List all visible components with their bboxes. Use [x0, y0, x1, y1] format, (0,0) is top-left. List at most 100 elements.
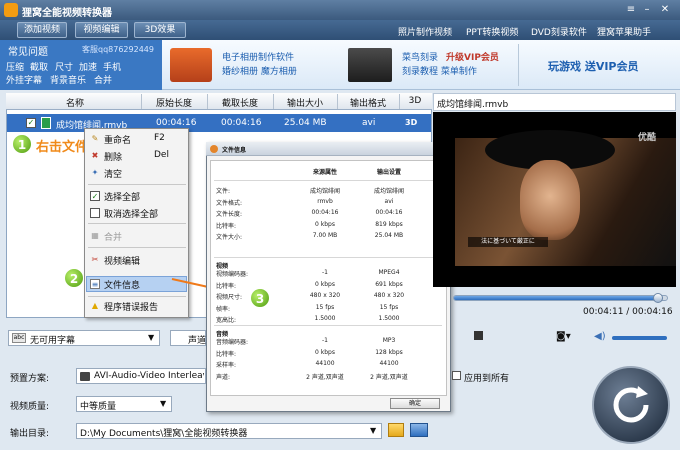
burn-ad-icon	[348, 48, 392, 82]
minimize-icon[interactable]: –	[640, 3, 654, 16]
col-output-size[interactable]: 输出大小	[274, 96, 336, 109]
checkbox-icon: ✓	[90, 191, 100, 201]
game-vip-link[interactable]: 玩游戏 送VIP会员	[548, 58, 639, 74]
album-ad-icon	[170, 48, 212, 82]
open-folder-icon[interactable]	[410, 423, 428, 437]
chevron-down-icon[interactable]: ▼	[148, 333, 154, 342]
menu-error-report[interactable]: 程序错误报告	[104, 300, 158, 313]
dialog-general-source-value: 成均馆绯闻	[309, 188, 340, 195]
menu-video-edit[interactable]: 视频编辑	[104, 254, 140, 267]
ppt-video-link[interactable]: PPT转换视频	[466, 25, 518, 38]
film-icon	[80, 372, 90, 381]
preview-filename: 成均馆绯闻.rmvb	[437, 100, 509, 110]
col-name[interactable]: 名称	[40, 96, 110, 109]
menu-merge: 合并	[104, 233, 123, 243]
app-title: 狸窝全能视频转换器	[22, 8, 112, 19]
volume-icon[interactable]: ◀)	[594, 331, 606, 342]
menu-delete-shortcut: Del	[154, 150, 169, 160]
menu-clear[interactable]: 清空	[104, 167, 122, 180]
col-3d[interactable]: 3D	[400, 96, 430, 106]
menu-icon[interactable]: ≡	[624, 3, 638, 16]
title-bar: 狸窝全能视频转换器 ≡ – ✕	[0, 0, 680, 20]
row-format[interactable]: avi	[362, 118, 375, 128]
delete-icon: ✖	[91, 151, 99, 160]
faq-link-merge[interactable]: 合并	[94, 73, 112, 86]
video-subtitle: 法に基づいて厳正に	[468, 237, 548, 247]
menu-delete[interactable]: 删除	[104, 150, 122, 163]
faq-link-phone[interactable]: 手机	[103, 60, 121, 73]
right-click-hint: 右击文件	[36, 140, 89, 155]
volume-slider[interactable]	[612, 336, 667, 340]
preset-label: 预置方案:	[10, 374, 50, 384]
album-ad-line2[interactable]: 婚纱相册 魔方相册	[222, 64, 297, 77]
menu-deselect-all[interactable]: 取消选择全部	[104, 207, 158, 220]
apply-all-checkbox[interactable]	[452, 371, 461, 380]
menu-rename[interactable]: 重命名	[104, 133, 131, 146]
faq-link-speed[interactable]: 加速	[79, 60, 97, 73]
clear-icon: ✦	[91, 168, 99, 177]
dialog-general-label: 文件格式:	[216, 199, 243, 207]
col-cut-length[interactable]: 截取长度	[208, 96, 272, 109]
apply-all-label: 应用到所有	[464, 374, 510, 384]
add-video-button[interactable]: 添加视频	[17, 22, 67, 38]
dialog-audio-output-value: 2 声道,双声道	[370, 373, 408, 381]
faq-link-music[interactable]: 背景音乐	[50, 73, 86, 86]
folder-icon[interactable]	[388, 423, 404, 437]
faq-title: 常见问题	[8, 47, 48, 58]
dialog-video-source-value: 1.5000	[314, 315, 336, 322]
snapshot-icon[interactable]: ◙▾	[556, 331, 571, 342]
dialog-general-source-value: 00:04:16	[311, 209, 339, 216]
dialog-col-source: 来源属性	[312, 169, 337, 176]
row-3d-badge[interactable]: 3D	[405, 118, 417, 127]
dialog-video-label: 宽高比:	[216, 317, 237, 324]
burn-ad-line1[interactable]: 菜鸟刻录	[402, 50, 438, 63]
burn-ad-line2[interactable]: 刻录教程 菜单制作	[402, 64, 477, 77]
dialog-audio-source-value: 2 声道,双声道	[306, 373, 344, 381]
menu-separator	[88, 223, 186, 224]
faq-link-size[interactable]: 尺寸	[55, 60, 73, 73]
merge-icon: ▦	[91, 231, 99, 240]
col-orig-length[interactable]: 原始长度	[142, 96, 206, 109]
faq-link-cut[interactable]: 截取	[30, 60, 48, 73]
chevron-down-icon[interactable]: ▼	[370, 426, 376, 435]
close-icon[interactable]: ✕	[658, 3, 672, 16]
dialog-logo-icon	[210, 145, 218, 153]
dialog-video-output-value: 691 kbps	[375, 280, 403, 288]
dialog-general-label: 文件:	[216, 188, 231, 195]
dialog-general-label: 文件大小:	[216, 234, 243, 241]
row-checkbox[interactable]: ✓	[26, 118, 36, 128]
video-file-icon	[41, 117, 51, 129]
album-ad-line1[interactable]: 电子相册制作软件	[222, 50, 294, 63]
dialog-general-output-value: 25.04 MB	[374, 232, 404, 239]
apple-helper-link[interactable]: 狸窝苹果助手	[597, 25, 651, 38]
audio-select-value: 声道	[188, 336, 207, 346]
col-output-format[interactable]: 输出格式	[338, 96, 398, 109]
warning-icon: ▲	[91, 301, 99, 310]
video-edit-button[interactable]: 视频编辑	[75, 22, 128, 38]
dialog-audio-source-value: 0 kbps	[315, 348, 335, 356]
quality-value: 中等质量	[80, 402, 117, 412]
dialog-ok-button[interactable]: 确定	[390, 398, 440, 409]
chevron-down-icon[interactable]: ▼	[160, 399, 166, 408]
dialog-audio-output-value: 128 kbps	[375, 348, 403, 356]
dialog-video-source-value: 15 fps	[315, 303, 335, 311]
3d-effect-button[interactable]: 3D效果	[134, 22, 186, 38]
menu-select-all[interactable]: 选择全部	[104, 190, 140, 203]
dvd-burn-link[interactable]: DVD刻录软件	[531, 25, 587, 38]
vip-promo[interactable]: 升级VIP会员	[446, 50, 499, 63]
faq-link-compress[interactable]: 压缩	[6, 60, 24, 73]
dialog-video-label: 比特率:	[216, 282, 237, 290]
seek-handle[interactable]	[653, 293, 663, 303]
dialog-general-source-value: rmvb	[317, 197, 333, 205]
dialog-audio-section: 音频	[216, 331, 229, 338]
preset-value: AVI-Audio-Video Interleave	[94, 371, 204, 381]
checkbox-empty-icon	[90, 208, 100, 218]
scissors-icon: ✂	[91, 255, 99, 264]
faq-link-subtitle[interactable]: 外挂字幕	[6, 73, 42, 86]
menu-file-info[interactable]: 文件信息	[104, 278, 140, 291]
stop-icon[interactable]	[474, 331, 483, 340]
step-1-badge: 1	[12, 134, 32, 154]
photo-video-link[interactable]: 照片制作视频	[398, 25, 452, 38]
dialog-general-source-value: 7.00 MB	[312, 232, 338, 239]
banner-divider	[518, 44, 519, 86]
